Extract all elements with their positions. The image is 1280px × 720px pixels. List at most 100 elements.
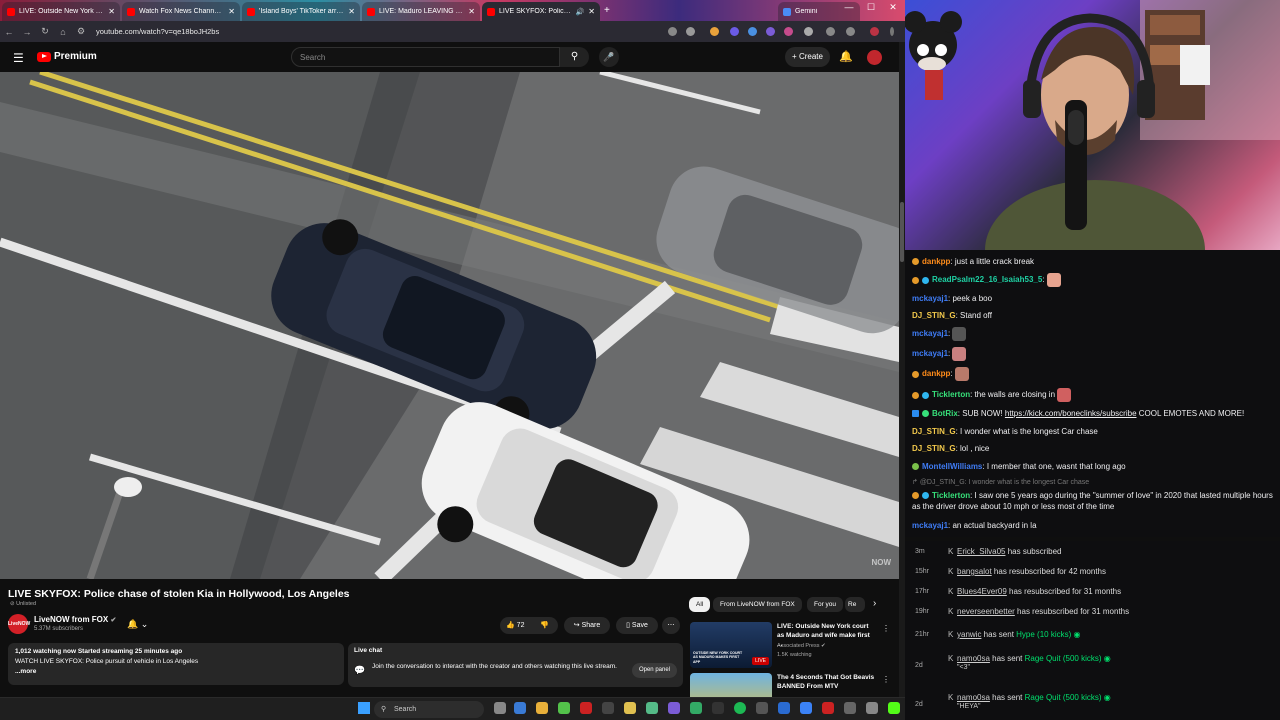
activity-username[interactable]: Blues4Ever09 (957, 587, 1007, 596)
close-icon[interactable]: ✕ (228, 7, 235, 16)
app-icon[interactable] (668, 702, 680, 714)
chip-next-icon[interactable]: › (873, 598, 876, 609)
obs-icon[interactable] (712, 702, 724, 714)
chat-username[interactable]: Ticklerton (932, 390, 970, 399)
youtube-logo[interactable]: Premium (37, 51, 97, 62)
like-icon[interactable]: 👍 (506, 622, 515, 629)
close-icon[interactable]: ✕ (348, 7, 355, 16)
app-icon[interactable] (690, 702, 702, 714)
app-icon[interactable] (646, 702, 658, 714)
kick-app-icon[interactable] (888, 702, 900, 714)
chat-username[interactable]: BotRix (932, 409, 958, 418)
browser-menu-icon[interactable] (890, 27, 894, 36)
notifications-bell-icon[interactable]: 🔔 (839, 50, 853, 63)
spotify-icon[interactable] (734, 702, 746, 714)
app-icon[interactable] (800, 702, 812, 714)
chip-from-channel[interactable]: From LiveNOW from FOX (713, 597, 802, 612)
description-box[interactable]: 1,012 watching now Started streaming 25 … (8, 643, 344, 685)
start-windows-icon[interactable] (358, 702, 370, 714)
dislike-icon[interactable]: 👎 (540, 617, 549, 634)
extension-icon[interactable] (748, 27, 757, 36)
search-icon[interactable]: ⚲ (560, 47, 589, 67)
search-input[interactable]: Search (291, 47, 560, 67)
channel-name[interactable]: LiveNOW from FOX ✔ (34, 615, 116, 624)
app-icon[interactable] (756, 702, 768, 714)
more-actions-icon[interactable]: ⋯ (662, 617, 680, 634)
share-button[interactable]: ↪ Share (564, 617, 610, 634)
chat-username[interactable]: mckayaj1 (912, 521, 948, 530)
activity-username[interactable]: namo0sa (957, 693, 990, 702)
close-icon[interactable]: ✕ (588, 7, 595, 16)
sidebar-icon[interactable] (826, 27, 835, 36)
chat-username[interactable]: mckayaj1 (912, 294, 948, 303)
close-icon[interactable]: ✕ (108, 7, 115, 16)
site-info-icon[interactable]: ⚙ (72, 26, 90, 37)
app-icon[interactable] (778, 702, 790, 714)
chat-username[interactable]: mckayaj1 (912, 329, 948, 338)
close-icon[interactable]: ✕ (468, 7, 475, 16)
recommended-video[interactable]: OUTSIDE NEW YORK COURT AS MADURO MAKES F… (690, 622, 890, 668)
cast-icon[interactable] (668, 27, 677, 36)
chat-username[interactable]: DJ_STIN_G (912, 427, 956, 436)
url-field[interactable]: youtube.com/watch?v=qe18boJH2bs (96, 27, 219, 36)
chrome-icon[interactable] (536, 702, 548, 714)
scrollbar-thumb[interactable] (900, 202, 904, 262)
chip-related[interactable]: Re (845, 597, 865, 612)
save-button[interactable]: ▯ Save (616, 617, 658, 634)
chat-username[interactable]: MontellWilliams (922, 462, 982, 471)
forward-icon[interactable]: → (18, 27, 36, 37)
hamburger-menu-icon[interactable]: ☰ (13, 51, 24, 65)
chat-username[interactable]: ReadPsalm22_16_Isaiah53_5 (932, 275, 1042, 284)
chat-username[interactable]: DJ_STIN_G (912, 311, 956, 320)
maximize-button[interactable]: ☐ (860, 2, 882, 13)
minimize-button[interactable]: — (838, 2, 860, 12)
taskbar-search[interactable]: ⚲ Search (374, 701, 484, 718)
recommended-video[interactable]: The 4 Seconds That Got Beavis BANNED Fro… (690, 673, 890, 697)
file-explorer-icon[interactable] (624, 702, 636, 714)
video-player[interactable]: NOW (0, 72, 899, 579)
browser-tab[interactable]: LIVE: Maduro LEAVING COURT ✕ (362, 2, 480, 21)
more-options-icon[interactable]: ⋮ (882, 624, 890, 633)
extension-icon[interactable] (710, 27, 719, 36)
chat-username[interactable]: dankpp (922, 369, 950, 378)
reload-icon[interactable]: ↻ (36, 26, 54, 37)
extension-icon[interactable] (730, 27, 739, 36)
app-icon[interactable] (580, 702, 592, 714)
extensions-puzzle-icon[interactable] (804, 27, 813, 36)
app-icon[interactable] (822, 702, 834, 714)
description-more-link[interactable]: ...more (15, 667, 337, 677)
app-icon[interactable] (844, 702, 856, 714)
browser-tab[interactable]: Watch Fox News Channel O ✕ (122, 2, 240, 21)
activity-username[interactable]: bangsalot (957, 567, 992, 576)
profile-avatar-icon[interactable] (870, 27, 879, 36)
home-icon[interactable]: ⌂ (54, 27, 72, 37)
extension-icon[interactable] (784, 27, 793, 36)
chat-username[interactable]: dankpp (922, 257, 950, 266)
account-avatar[interactable] (867, 50, 882, 65)
microphone-icon[interactable]: 🎤 (599, 47, 619, 67)
activity-username[interactable]: Erick_Silva05 (957, 547, 1005, 556)
open-panel-button[interactable]: Open panel (631, 663, 677, 678)
activity-username[interactable]: neverseenbetter (957, 607, 1015, 616)
back-icon[interactable]: ← (0, 27, 18, 37)
app-icon[interactable] (558, 702, 570, 714)
close-window-button[interactable]: ✕ (882, 2, 904, 13)
edge-icon[interactable] (514, 702, 526, 714)
chat-username[interactable]: DJ_STIN_G (912, 444, 956, 453)
channel-avatar[interactable]: LiveNOW (8, 614, 30, 634)
download-icon[interactable] (846, 27, 855, 36)
chat-link[interactable]: https://kick.com/boneclinks/subscribe (1005, 409, 1137, 418)
bookmark-star-icon[interactable] (686, 27, 695, 36)
chat-username[interactable]: mckayaj1 (912, 349, 948, 358)
activity-username[interactable]: namo0sa (957, 654, 990, 663)
chip-all[interactable]: All (689, 597, 711, 612)
browser-tab-active[interactable]: LIVE SKYFOX: Police chase o 🔊✕ (482, 2, 600, 21)
subscription-bell-icon[interactable]: 🔔 ⌄ (127, 619, 148, 630)
activity-username[interactable]: yanwic (957, 630, 981, 639)
chip-for-you[interactable]: For you (807, 597, 844, 612)
browser-tab[interactable]: LIVE: Outside New York court a ✕ (2, 2, 120, 21)
create-button[interactable]: + Create (785, 47, 830, 67)
more-options-icon[interactable]: ⋮ (882, 675, 890, 684)
new-tab-button[interactable]: + (604, 5, 618, 16)
app-icon[interactable] (866, 702, 878, 714)
